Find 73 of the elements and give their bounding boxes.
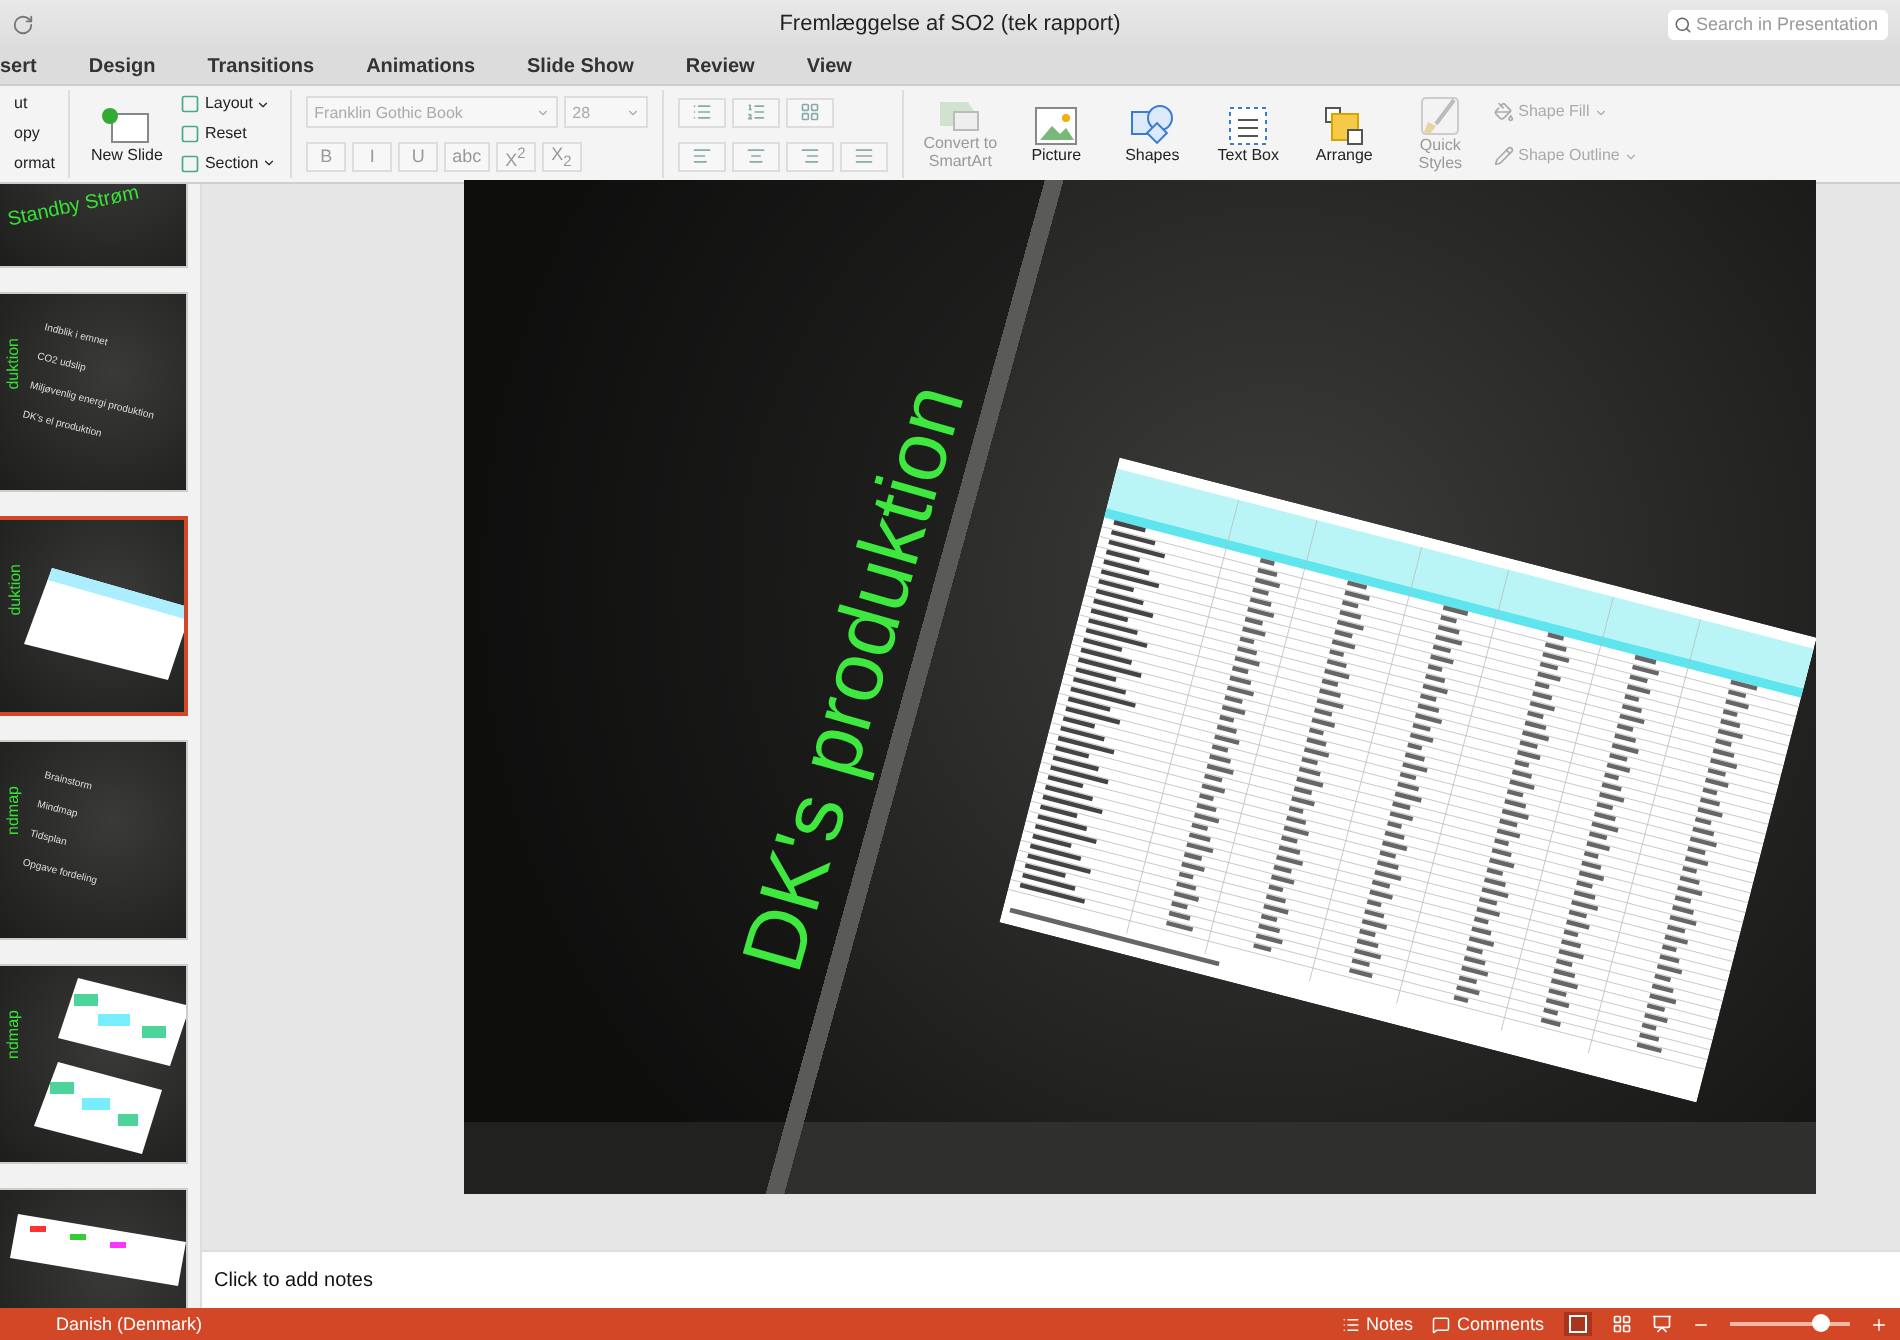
language-label[interactable]: Danish (Denmark) — [56, 1314, 203, 1334]
slide-thumbnail[interactable]: ndmap — [0, 964, 188, 1164]
bullets-icon — [692, 102, 713, 122]
columns-icon — [800, 102, 821, 122]
align-center-icon — [746, 146, 767, 166]
pencil-icon — [1494, 146, 1515, 166]
text-box-icon — [1228, 105, 1269, 145]
paint-bucket-icon — [1494, 102, 1515, 122]
picture-icon — [1034, 105, 1079, 145]
insert-button[interactable]: Text Box — [1206, 105, 1291, 163]
insert-button[interactable]: Shapes — [1110, 104, 1195, 164]
align-left-button[interactable] — [678, 141, 727, 171]
new-slide-icon — [100, 105, 153, 145]
align-left-icon — [692, 146, 713, 166]
new-slide-button[interactable]: New Slide — [84, 105, 169, 163]
caret-icon — [1623, 149, 1638, 163]
caret-icon — [1593, 105, 1608, 119]
brush-icon — [1420, 96, 1461, 136]
ribbon-tab[interactable]: sert — [0, 55, 63, 77]
search-icon — [1674, 15, 1692, 33]
insert-button[interactable]: Arrange — [1302, 105, 1387, 163]
slide-layout-icon — [180, 153, 201, 174]
align-center-button[interactable] — [732, 141, 781, 171]
justify-button[interactable] — [840, 141, 889, 171]
thumbnail-text: Standby Strøm — [6, 184, 142, 232]
slide-command[interactable]: Reset — [180, 123, 277, 144]
clipboard-command[interactable]: ormat — [14, 153, 55, 174]
caret-icon — [626, 105, 641, 120]
window-title: Fremlæggelse af SO2 (tek rapport) — [779, 12, 1121, 36]
slide-thumbnail[interactable]: Standby Strøm — [0, 184, 188, 268]
shapes-icon — [1130, 104, 1175, 146]
ribbon-tab[interactable]: Slide Show — [501, 55, 660, 77]
slide-layout-icon — [180, 94, 201, 115]
ribbon-tab[interactable]: Animations — [340, 55, 502, 77]
thumbnail-text: ndmap — [4, 786, 22, 835]
ribbon-tab[interactable]: Transitions — [181, 55, 341, 77]
redo-icon[interactable] — [12, 13, 34, 35]
justify-icon — [854, 146, 875, 166]
thumbnail-text: duktion — [6, 564, 24, 616]
comment-icon — [1432, 1315, 1451, 1333]
align-right-button[interactable] — [786, 141, 835, 171]
slide-layout-icon — [180, 123, 201, 144]
slide-thumbnail[interactable]: duktion — [0, 516, 188, 716]
thumbnail-text: duktion — [4, 338, 22, 390]
clipboard-command[interactable]: ut — [14, 94, 55, 115]
ribbon-tab[interactable]: Review — [659, 55, 781, 77]
notes-placeholder: Click to add notes — [214, 1269, 373, 1291]
caret-icon — [262, 156, 277, 171]
notes-pane[interactable]: Click to add notes — [202, 1250, 1900, 1308]
ribbon-tab[interactable]: Design — [62, 55, 182, 77]
normal-view-icon[interactable] — [1564, 1312, 1592, 1336]
slide-command[interactable]: Layout — [180, 94, 277, 115]
align-right-icon — [800, 146, 821, 166]
caret-icon — [536, 105, 551, 120]
slide-command[interactable]: Section — [180, 153, 277, 174]
slideshow-icon[interactable] — [1652, 1314, 1672, 1334]
comments-button[interactable]: Comments — [1432, 1314, 1544, 1334]
bullets-button[interactable] — [678, 97, 727, 127]
zoom-thumb[interactable] — [1812, 1314, 1830, 1332]
columns-button[interactable] — [786, 97, 835, 127]
thumbnail-text: ndmap — [4, 1010, 22, 1059]
zoom-in-icon[interactable] — [1870, 1315, 1888, 1333]
ribbon-tab[interactable]: View — [780, 55, 878, 77]
caret-icon — [256, 97, 271, 112]
numbering-icon — [746, 102, 767, 122]
grid-view-icon[interactable] — [1612, 1314, 1632, 1334]
insert-button[interactable]: Picture — [1014, 105, 1099, 163]
notes-icon — [1341, 1315, 1360, 1333]
arrange-icon — [1324, 105, 1365, 145]
clipboard-command[interactable]: opy — [14, 123, 55, 144]
notes-button[interactable]: Notes — [1341, 1314, 1413, 1334]
smartart-icon — [938, 98, 983, 134]
numbering-button[interactable] — [732, 97, 781, 127]
